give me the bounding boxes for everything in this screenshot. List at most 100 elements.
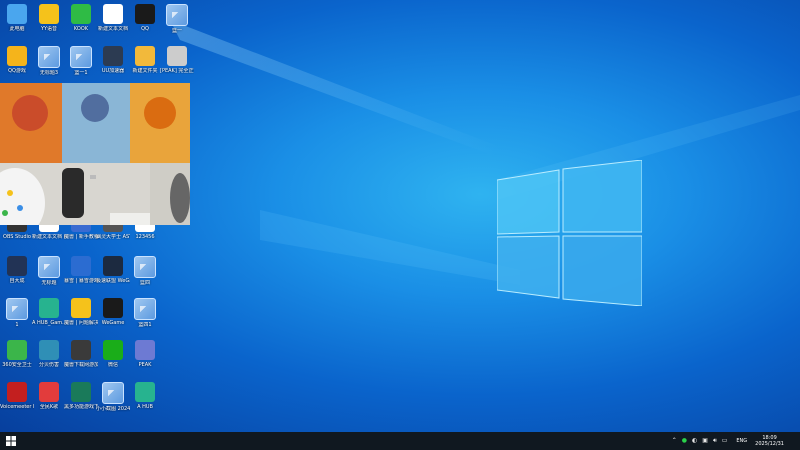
chevron-up-icon[interactable]: ⌃ <box>672 432 677 450</box>
desktop-icon-26[interactable]: 篮四1 <box>128 298 162 328</box>
start-button-windows-icon[interactable] <box>6 436 16 446</box>
desktop-icon-24[interactable]: 魔兽 | 问题解决大全 <box>64 298 98 326</box>
desktop-icon-18[interactable]: 无标题 <box>32 256 66 286</box>
desktop-icon-11[interactable]: [PEAK] 完全正式版 v2.2 <box>160 46 194 74</box>
desktop-icon-label: OBS Studio <box>3 234 31 240</box>
desktop-icon-image <box>103 46 123 66</box>
desktop-icon-0[interactable]: 此电脑 <box>0 4 34 32</box>
language-indicator[interactable]: ENG <box>736 438 747 444</box>
desktop-icon-image <box>38 46 60 68</box>
volume-icon[interactable]: 🔊︎ <box>713 432 717 450</box>
clock[interactable]: 18:09 2025/12/31 <box>755 435 784 447</box>
desktop-icon-35[interactable]: 小小截图 20241125... <box>96 382 130 412</box>
desktop-icon-image <box>7 46 27 66</box>
clock-date: 2025/12/31 <box>755 441 784 447</box>
desktop-icon-label: 小小截图 20241125... <box>96 406 130 412</box>
desktop-icon-image <box>103 298 123 318</box>
desktop-icon-label: [PEAK] 完全正式版 v2.2 <box>160 68 194 74</box>
desktop-icon-7[interactable]: 无标题3 <box>32 46 66 76</box>
desktop-icon-34[interactable]: 黑多功能游戏下载 <box>64 382 98 410</box>
desktop-icon-label: 篮四 <box>139 280 150 286</box>
desktop-icon-image <box>6 298 28 320</box>
desktop-icon-image <box>7 382 27 402</box>
desktop-icon-image <box>7 340 27 360</box>
desktop-icon-label: 全民K歌 <box>39 404 59 410</box>
system-tray: ⌃ ● ◐ ▣ 🔊︎ ▭ ENG 18:09 2025/12/31 <box>672 432 800 450</box>
desktop-icon-label: 微信 <box>107 362 118 368</box>
desktop-icon-label: 自大成 <box>9 278 25 284</box>
desktop-icon-label: 篮一 <box>171 28 182 34</box>
desktop-icon-image <box>38 256 60 278</box>
desktop-icon-2[interactable]: KOOK <box>64 4 98 32</box>
desktop-icon-33[interactable]: 全民K歌 <box>32 382 66 410</box>
desktop-icon-label: YY语音 <box>40 26 58 32</box>
desktop-icon-label: 黑多功能游戏下载 <box>64 404 98 410</box>
desktop-icon-image <box>39 298 59 318</box>
desktop-icon-label: 魔兽下载网游加速 <box>64 362 98 368</box>
desktop-icon-image <box>71 4 91 24</box>
desktop-icon-image <box>70 46 92 68</box>
desktop-icon-label: 1 <box>15 322 19 328</box>
desktop-icon-image <box>166 4 188 26</box>
desktop-icon-image <box>102 382 124 404</box>
desktop-icon-image <box>39 382 59 402</box>
desktop-icon-image <box>71 298 91 318</box>
desktop-icon-6[interactable]: QQ游戏 <box>0 46 34 74</box>
desktop-icon-label: 新建文本文档 <box>97 26 128 32</box>
desktop-icon-8[interactable]: 篮一1 <box>64 46 98 76</box>
desktop-icon-21[interactable]: 篮四 <box>128 256 162 286</box>
desktop-icon-label: KOOK <box>73 26 89 32</box>
desktop-icon-label: 分贝伤害 <box>38 362 59 368</box>
desktop-icon-label: 123456 <box>135 234 155 240</box>
webcam-overlay[interactable] <box>0 83 190 225</box>
desktop-icon-28[interactable]: 分贝伤害 <box>32 340 66 368</box>
desktop-icon-5[interactable]: 篮一 <box>160 4 194 34</box>
desktop-icon-label: 此电脑 <box>9 26 25 32</box>
desktop-icon-31[interactable]: PEAK <box>128 340 162 368</box>
desktop-icon-image <box>134 298 156 320</box>
desktop-icon-image <box>39 4 59 24</box>
desktop-icon-20[interactable]: 极速联盟 WeGame版 <box>96 256 130 284</box>
desktop-icon-image <box>71 340 91 360</box>
network-icon[interactable]: ▣ <box>702 432 708 450</box>
desktop-icon-17[interactable]: 自大成 <box>0 256 34 284</box>
desktop-icon-image <box>103 4 123 24</box>
desktop-icon-label: QQ游戏 <box>8 68 26 74</box>
desktop-icon-image <box>135 382 155 402</box>
desktop-icon-9[interactable]: UU加速器 <box>96 46 130 74</box>
desktop-icon-image <box>103 256 123 276</box>
desktop-icon-image <box>134 256 156 278</box>
desktop-icon-label: A HUB_Gam... <box>32 320 66 326</box>
desktop-icon-29[interactable]: 魔兽下载网游加速 <box>64 340 98 368</box>
desktop-icon-image <box>103 340 123 360</box>
wechat-icon[interactable]: ● <box>682 432 687 450</box>
desktop-icon-22[interactable]: 1 <box>0 298 34 328</box>
desktop-icon-label: QQ <box>141 26 149 32</box>
desktop-icon-25[interactable]: WeGame <box>96 298 130 326</box>
desktop: 此电脑 YY语音 KOOK 新建文本文档 QQ 篮一 QQ游戏 无标题3 篮一1 UU加速器 新建文… <box>0 0 800 432</box>
desktop-icon-3[interactable]: 新建文本文档 <box>96 4 130 32</box>
desktop-icon-label: 极速联盟 WeGame版 <box>96 278 130 284</box>
desktop-icon-label: 魔兽 | 新手教程 <box>64 234 98 240</box>
desktop-icon-36[interactable]: A HUB <box>128 382 162 410</box>
desktop-icon-label: 篮一1 <box>74 70 88 76</box>
desktop-icon-1[interactable]: YY语音 <box>32 4 66 32</box>
desktop-icon-image <box>71 382 91 402</box>
desktop-icon-image <box>135 340 155 360</box>
desktop-icon-label: 新建文件夹 <box>132 68 158 74</box>
desktop-icon-image <box>7 4 27 24</box>
taskbar: ⌃ ● ◐ ▣ 🔊︎ ▭ ENG 18:09 2025/12/31 <box>0 432 800 450</box>
desktop-icon-19[interactable]: 暴雪 | 暴雪游戏平台 <box>64 256 98 284</box>
desktop-icon-32[interactable]: Voicemeeter Banana <box>0 382 34 410</box>
desktop-icon-image <box>135 46 155 66</box>
desktop-icon-4[interactable]: QQ <box>128 4 162 32</box>
desktop-icon-label: WeGame <box>101 320 125 326</box>
desktop-icon-23[interactable]: A HUB_Gam... <box>32 298 66 326</box>
steam-icon[interactable]: ◐ <box>692 432 697 450</box>
battery-icon[interactable]: ▭ <box>722 432 728 450</box>
desktop-icon-30[interactable]: 微信 <box>96 340 130 368</box>
desktop-icon-27[interactable]: 360安全卫士 <box>0 340 34 368</box>
desktop-icon-label: A HUB <box>137 404 153 410</box>
desktop-icon-10[interactable]: 新建文件夹 <box>128 46 162 74</box>
desktop-icon-image <box>71 256 91 276</box>
